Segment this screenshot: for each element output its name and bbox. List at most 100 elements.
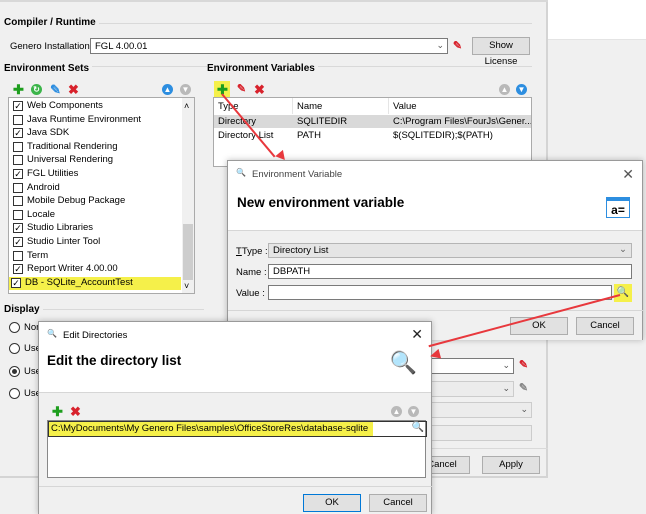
env-ok-button[interactable]: OK (510, 317, 568, 335)
scrollbar[interactable]: ˄ ˅ (182, 98, 194, 293)
scrollbar-thumb[interactable] (183, 224, 193, 280)
divider (39, 486, 433, 487)
col-header-name[interactable]: Name (297, 101, 322, 112)
table-row[interactable]: Directory SQLITEDIR C:\Program Files\Fou… (214, 115, 531, 128)
search-icon: 🔍 (47, 329, 57, 338)
env-set-item[interactable]: Locale (11, 209, 179, 223)
dialog-header: New environment variable (237, 195, 405, 210)
edit-set-icon[interactable]: ✎ (49, 83, 62, 96)
env-set-item[interactable]: ✓ Web Components (11, 100, 179, 114)
dirs-cancel-button[interactable]: Cancel (369, 494, 427, 512)
env-set-item[interactable]: Java Runtime Environment (11, 114, 179, 128)
env-set-label: Locale (27, 208, 55, 220)
refresh-set-icon[interactable]: ↻ (31, 84, 42, 95)
delete-set-icon[interactable]: ✖ (67, 83, 80, 96)
checkbox[interactable] (13, 250, 23, 261)
dir-move-up-icon[interactable]: ▲ (391, 406, 402, 417)
installation-select[interactable]: FGL 4.00.01 ⌄ (90, 38, 448, 54)
move-up-icon[interactable]: ▲ (162, 84, 173, 95)
dialog-title: Environment Variable (252, 169, 343, 180)
value-input[interactable] (268, 285, 612, 300)
display-option-3[interactable] (9, 366, 20, 377)
search-icon: 🔍 (236, 168, 246, 177)
chevron-down-icon: ⌄ (436, 40, 444, 50)
checkbox[interactable]: ✓ (13, 128, 23, 139)
checkbox[interactable]: ✓ (11, 277, 21, 288)
env-variables-table: Type Name Value Directory SQLITEDIR C:\P… (213, 97, 532, 167)
var-move-up-icon[interactable]: ▲ (499, 84, 510, 95)
type-select[interactable]: Directory List ⌄ (268, 243, 632, 258)
display-select-3[interactable]: ⌄ (420, 402, 532, 418)
env-set-item[interactable]: ✓ Java SDK (11, 127, 179, 141)
dialog-body: ✚ ✖ ▲ ▼ C:\MyDocuments\My Genero Files\s… (39, 392, 433, 514)
edit-display-icon-disabled: ✎ (518, 382, 529, 394)
checkbox[interactable]: ✓ (13, 223, 23, 234)
background-window (548, 0, 646, 40)
checkbox[interactable]: ✓ (13, 237, 23, 247)
checkbox[interactable] (13, 209, 23, 220)
cell-type: Directory List (218, 130, 274, 141)
scroll-down-icon[interactable]: ˅ (184, 281, 189, 291)
top-border (0, 0, 548, 2)
env-set-item[interactable]: Traditional Rendering (11, 141, 179, 155)
checkbox[interactable]: ✓ (13, 101, 23, 111)
dir-move-down-icon[interactable]: ▼ (408, 406, 419, 417)
directory-entry[interactable]: C:\MyDocuments\My Genero Files\samples\O… (51, 423, 368, 434)
close-icon[interactable]: ✕ (622, 166, 634, 183)
scroll-up-icon[interactable]: ˄ (184, 101, 189, 111)
edit-directories-dialog: 🔍 Edit Directories ✕ Edit the directory … (38, 321, 433, 514)
installation-label: Genero Installation : (10, 41, 96, 52)
col-header-value[interactable]: Value (393, 101, 417, 112)
browse-search-icon[interactable]: 🔍 (412, 422, 424, 433)
footer-divider (420, 448, 548, 449)
env-set-item[interactable]: Universal Rendering (11, 154, 179, 168)
checkbox[interactable]: ✓ (13, 264, 23, 275)
var-move-down-icon[interactable]: ▼ (516, 84, 527, 95)
env-set-item[interactable]: ✓ FGL Utilities (11, 168, 179, 182)
env-set-item[interactable]: ✓ Studio Linter Tool (11, 236, 179, 250)
close-icon[interactable]: ✕ (411, 326, 423, 343)
main-apply-button[interactable]: Apply (482, 456, 540, 474)
add-directory-icon[interactable]: ✚ (51, 405, 64, 418)
env-set-item[interactable]: ✓ Report Writer 4.00.00 (11, 263, 179, 277)
env-set-item[interactable]: Term (11, 250, 179, 264)
environment-sets-list: ˄ ˅ ✓ Web Components Java Runtime Environm… (8, 97, 195, 294)
env-set-label: DB - SQLite_AccountTest (25, 276, 133, 288)
edit-variable-icon[interactable]: ✎ (235, 83, 248, 96)
move-down-icon[interactable]: ▼ (180, 84, 191, 95)
env-set-label: Android (27, 181, 60, 193)
group-divider (92, 23, 532, 24)
cell-name: SQLITEDIR (297, 116, 348, 127)
show-license-button[interactable]: Show License (472, 37, 530, 67)
type-label: TType : (236, 246, 268, 257)
dirs-ok-button[interactable]: OK (303, 494, 361, 512)
browse-search-icon[interactable]: 🔍 (614, 284, 632, 302)
directory-entry-editor[interactable]: C:\MyDocuments\My Genero Files\samples\O… (48, 421, 427, 437)
checkbox[interactable] (13, 196, 23, 207)
checkbox[interactable]: ✓ (13, 169, 23, 179)
env-set-item[interactable]: Mobile Debug Package (11, 195, 179, 209)
display-option-2[interactable] (9, 343, 20, 354)
edit-display-icon[interactable]: ✎ (517, 359, 530, 372)
checkbox[interactable] (13, 182, 23, 193)
env-cancel-button[interactable]: Cancel (576, 317, 634, 335)
edit-installation-icon[interactable]: ✎ (451, 40, 464, 53)
divider (228, 310, 644, 311)
env-set-item[interactable]: ✓ Studio Libraries (11, 222, 179, 236)
display-select-2[interactable]: ⌄ (420, 381, 514, 397)
delete-variable-icon[interactable]: ✖ (253, 83, 266, 96)
display-option-4[interactable] (9, 388, 20, 399)
name-input[interactable]: DBPATH (268, 264, 632, 279)
add-set-icon[interactable]: ✚ (12, 83, 25, 96)
display-field[interactable] (420, 425, 532, 441)
checkbox[interactable] (13, 155, 23, 166)
environment-variable-dialog: 🔍 Environment Variable ✕ New environment… (227, 160, 644, 340)
checkbox[interactable] (13, 141, 23, 152)
delete-directory-icon[interactable]: ✖ (69, 405, 82, 418)
env-set-item[interactable]: ✓ DB - SQLite_AccountTest (9, 276, 181, 291)
name-label: Name : (236, 267, 267, 278)
env-set-label: FGL Utilities (27, 168, 79, 179)
checkbox[interactable] (13, 114, 23, 125)
env-set-item[interactable]: Android (11, 182, 179, 196)
display-option-1[interactable] (9, 322, 20, 333)
